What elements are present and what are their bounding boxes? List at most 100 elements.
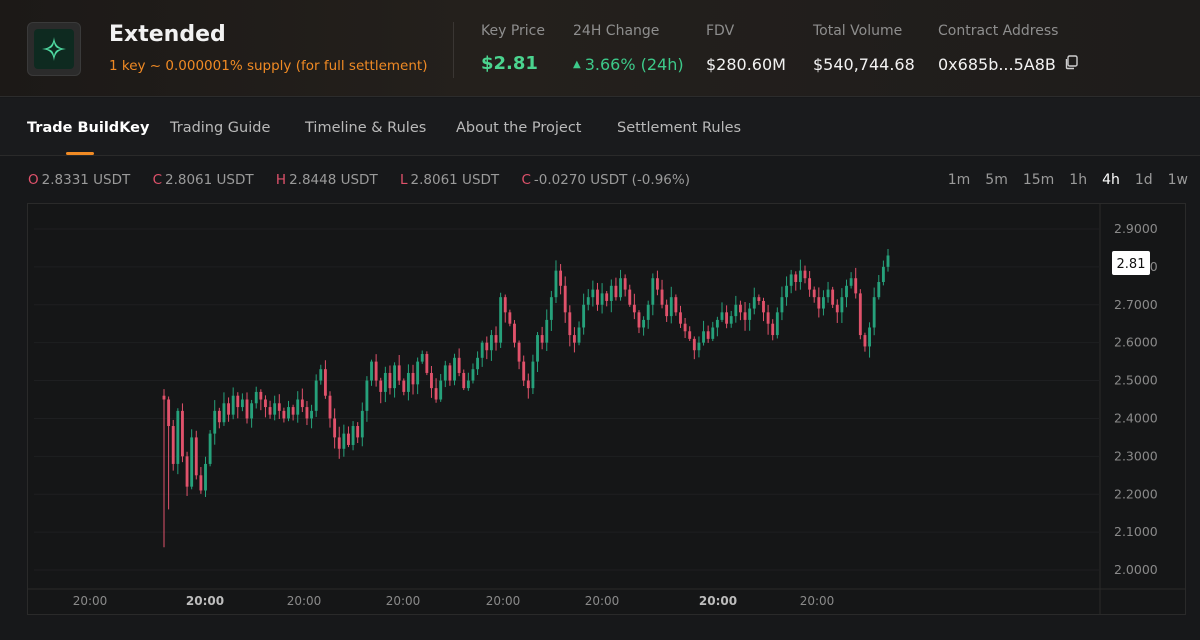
candle-body [766, 312, 770, 324]
candle-body [642, 319, 646, 328]
candle-body [259, 391, 263, 400]
candle-body [808, 278, 812, 290]
candle-body [513, 323, 516, 343]
candle-body [743, 312, 747, 320]
tab-about-project[interactable]: About the Project [456, 120, 582, 136]
x-tick-label: 20:00 [287, 594, 322, 608]
candle-body [526, 380, 530, 389]
candle-body [181, 410, 184, 457]
candle-body [872, 297, 876, 328]
candle-body [443, 365, 447, 381]
candle-body [868, 327, 871, 347]
fdv-value: $280.60M [706, 55, 786, 74]
interval-15m[interactable]: 15m [1023, 172, 1054, 188]
candle-body [711, 327, 715, 339]
candle-body [287, 407, 290, 419]
candle-body [577, 327, 581, 343]
interval-1d[interactable]: 1d [1135, 172, 1153, 188]
candle-body [356, 426, 360, 438]
candle-body [536, 335, 539, 362]
candle-body [826, 289, 830, 298]
candle-body [517, 342, 521, 362]
ohlc-low-value: 2.8061 USDT [410, 172, 500, 188]
candle-body [300, 399, 304, 408]
candle-body [715, 319, 719, 328]
interval-5m[interactable]: 5m [985, 172, 1008, 188]
candle-body [434, 388, 438, 400]
candle-body [323, 369, 327, 396]
candle-body [794, 274, 798, 283]
candle-body [167, 399, 171, 427]
interval-1h[interactable]: 1h [1069, 172, 1087, 188]
tab-timeline-rules[interactable]: Timeline & Rules [305, 120, 426, 136]
tab-settlement-rules[interactable]: Settlement Rules [617, 120, 741, 136]
tab-trade-buildkey[interactable]: Trade BuildKey [27, 120, 149, 136]
candle-body [499, 297, 503, 343]
candle-body [752, 297, 756, 309]
candle-body [250, 403, 254, 419]
ohlc-change-value: -0.0270 USDT (-0.96%) [533, 172, 690, 188]
candle-body [337, 437, 341, 449]
candle-body [425, 354, 429, 373]
candle-body [669, 297, 673, 317]
candle-body [351, 426, 355, 445]
candle-body [204, 463, 207, 491]
candle-body [554, 270, 558, 298]
candle-body [812, 289, 816, 298]
x-tick-label: 20:00 [486, 594, 521, 608]
candle-body [236, 395, 240, 408]
star-logo-icon [34, 29, 74, 69]
contract-address-stat: Contract Address 0x685b...5A8B [938, 23, 1078, 74]
candle-body [388, 372, 392, 389]
candle-body [775, 312, 779, 336]
candle-body [881, 266, 885, 283]
candle-body [282, 410, 286, 419]
candle-body [420, 354, 424, 362]
candle-body [549, 297, 553, 320]
interval-1w[interactable]: 1w [1168, 172, 1188, 188]
candle-body [706, 331, 710, 339]
candle-body [416, 361, 420, 385]
ohlc-low: L 2.8061 USDT [400, 172, 499, 188]
candle-body [840, 297, 844, 313]
candle-body [720, 312, 724, 320]
candle-body [176, 410, 180, 464]
candle-body [277, 403, 281, 411]
project-logo [27, 22, 81, 76]
tab-trading-guide[interactable]: Trading Guide [170, 120, 270, 136]
x-tick-label: 20:00 [73, 594, 108, 608]
candle-body [614, 285, 618, 298]
x-tick-label: 20:00 [186, 594, 224, 608]
x-tick-label: 20:00 [800, 594, 835, 608]
candle-body [360, 410, 364, 438]
candle-body [333, 418, 337, 438]
candle-body [748, 308, 752, 320]
candle-body [213, 410, 217, 434]
candle-body [503, 297, 507, 313]
y-tick-label: 2.7000 [1114, 297, 1158, 312]
candle-body [697, 342, 701, 351]
candle-body [702, 331, 705, 343]
candle-body [835, 304, 839, 313]
candle-body [264, 399, 267, 408]
active-tab-indicator [66, 152, 94, 155]
price-chart[interactable]: 2.90002.80002.70002.60002.50002.40002.30… [27, 203, 1186, 615]
fdv-stat: FDV $280.60M [706, 23, 786, 74]
interval-4h[interactable]: 4h [1102, 172, 1120, 188]
candle-body [406, 372, 410, 392]
candle-body [655, 278, 659, 290]
up-arrow-icon: ▲ [573, 59, 581, 70]
y-tick-label: 2.4000 [1114, 410, 1158, 425]
candle-body [379, 380, 383, 392]
candle-body [780, 297, 784, 313]
candle-body [453, 357, 456, 381]
interval-1m[interactable]: 1m [948, 172, 971, 188]
copy-icon[interactable] [1064, 55, 1078, 74]
candlestick-chart[interactable]: 2.90002.80002.70002.60002.50002.40002.30… [28, 204, 1185, 614]
key-price-value: $2.81 [481, 53, 538, 74]
candle-body [817, 297, 821, 309]
contract-address-label: Contract Address [938, 23, 1059, 39]
candle-body [457, 357, 461, 373]
last-price-label: 2.81 [1117, 257, 1146, 272]
candle-body [402, 380, 406, 392]
